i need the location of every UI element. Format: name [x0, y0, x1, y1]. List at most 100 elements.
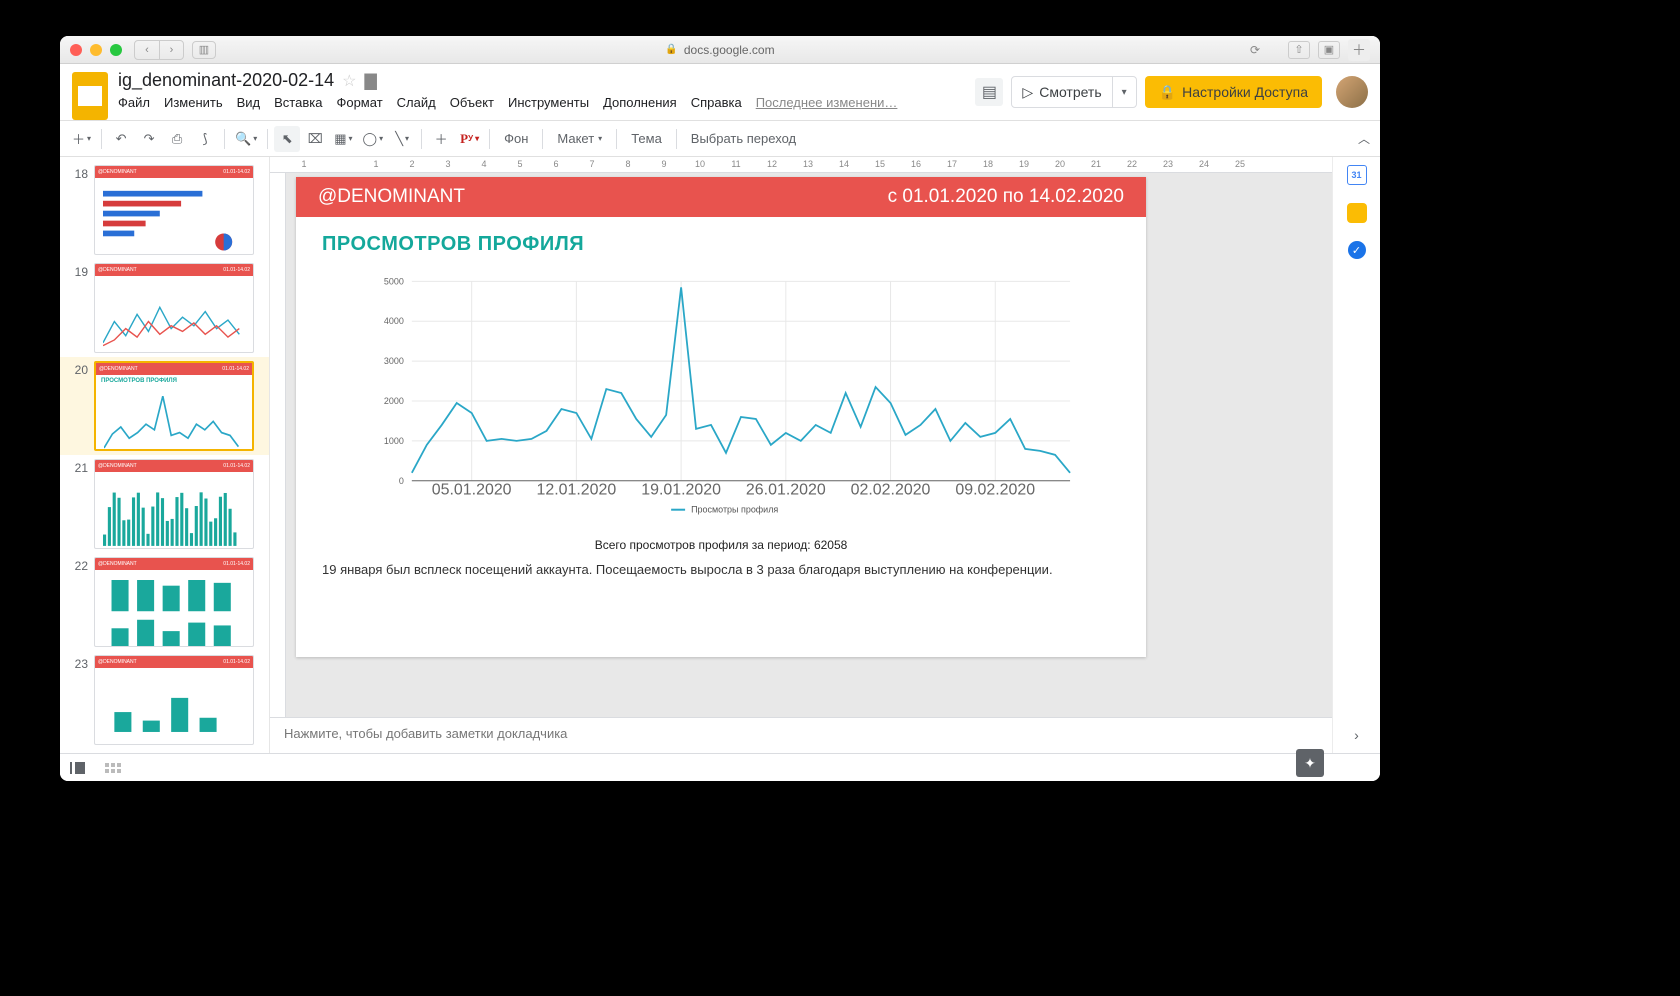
image-tool[interactable]: ▦▾ [330, 126, 356, 152]
traffic-lights [70, 44, 122, 56]
svg-text:3000: 3000 [384, 356, 404, 366]
svg-text:05.01.2020: 05.01.2020 [432, 482, 512, 499]
present-label: Смотреть [1039, 84, 1101, 100]
svg-text:26.01.2020: 26.01.2020 [746, 482, 826, 499]
reload-button[interactable]: ⟳ [1250, 43, 1260, 57]
close-window-button[interactable] [70, 44, 82, 56]
menu-insert[interactable]: Вставка [274, 95, 322, 110]
thumb-number: 23 [66, 655, 88, 671]
slide-period: с 01.01.2020 по 14.02.2020 [888, 186, 1124, 208]
url-text: docs.google.com [684, 43, 775, 57]
svg-text:5000: 5000 [384, 276, 404, 286]
slide-thumb[interactable]: 20@DENOMINANT01.01-14.02ПРОСМОТРОВ ПРОФИ… [60, 357, 269, 455]
new-tab-button[interactable]: ＋ [1348, 39, 1370, 61]
tasks-icon[interactable]: ✓ [1348, 241, 1366, 259]
layout-button[interactable]: Макет▾ [549, 126, 610, 152]
share-button[interactable]: 🔒 Настройки Доступа [1145, 76, 1322, 108]
star-icon[interactable]: ☆ [342, 71, 356, 91]
doc-title[interactable]: ig_denominant-2020-02-14 [118, 70, 334, 91]
slide-annotation: 19 января был всплеск посещений аккаунта… [296, 552, 1146, 587]
slides-logo-icon[interactable] [72, 72, 108, 120]
slide-handle: @DENOMINANT [318, 186, 465, 208]
calendar-icon[interactable]: 31 [1347, 165, 1367, 185]
slide-header-bar: @DENOMINANT с 01.01.2020 по 14.02.2020 [296, 177, 1146, 217]
thumb-number: 20 [66, 361, 88, 377]
undo-button[interactable]: ↶ [108, 126, 134, 152]
lock-icon: 🔒 [1159, 84, 1176, 101]
browser-window: ‹ › ▥ 🔒 docs.google.com ⟳ ⇧ ▣ ＋ ig_denom… [60, 36, 1380, 781]
horizontal-ruler: 1123456789101112131415161718192021222324… [270, 157, 1332, 173]
present-menu-button[interactable]: ▾ [1112, 77, 1136, 107]
move-folder-icon[interactable]: ▇ [365, 71, 377, 91]
doc-meta: ig_denominant-2020-02-14 ☆ ▇ Файл Измени… [118, 70, 975, 110]
minimize-window-button[interactable] [90, 44, 102, 56]
svg-text:19.01.2020: 19.01.2020 [641, 482, 721, 499]
shape-tool[interactable]: ◯▾ [359, 126, 388, 152]
back-button[interactable]: ‹ [135, 41, 159, 59]
menu-bar: Файл Изменить Вид Вставка Формат Слайд О… [118, 95, 975, 110]
line-tool[interactable]: ╲▾ [389, 126, 415, 152]
tabs-button[interactable]: ▣ [1318, 41, 1340, 59]
speaker-notes-placeholder: Нажмите, чтобы добавить заметки докладчи… [284, 726, 567, 741]
share-label: Настройки Доступа [1182, 84, 1308, 100]
slide-viewport[interactable]: @DENOMINANT с 01.01.2020 по 14.02.2020 П… [286, 173, 1332, 717]
menu-object[interactable]: Объект [450, 95, 494, 110]
grid-view-button[interactable] [105, 763, 121, 773]
browser-titlebar: ‹ › ▥ 🔒 docs.google.com ⟳ ⇧ ▣ ＋ [60, 36, 1380, 64]
keep-icon[interactable] [1347, 203, 1367, 223]
forward-button[interactable]: › [159, 41, 183, 59]
explore-button[interactable]: ✦ [1296, 749, 1324, 777]
menu-help[interactable]: Справка [691, 95, 742, 110]
slide-thumb[interactable]: 19@DENOMINANT01.01-14.02 [60, 259, 269, 357]
toolbar: ＋▾ ↶ ↷ ⎙ ⟆ 🔍▾ ⬉ ⌧ ▦▾ ◯▾ ╲▾ ＋ РУ▾ Фон Мак… [60, 121, 1380, 157]
menu-file[interactable]: Файл [118, 95, 150, 110]
header-right: ▤ ▷ Смотреть ▾ 🔒 Настройки Доступа [975, 76, 1368, 108]
paint-format-button[interactable]: ⟆ [192, 126, 218, 152]
textbox-tool[interactable]: ⌧ [302, 126, 328, 152]
filmstrip-view-button[interactable] [70, 762, 85, 774]
speaker-notes[interactable]: Нажмите, чтобы добавить заметки докладчи… [270, 717, 1332, 753]
tab-overview-button[interactable]: ▥ [192, 41, 216, 59]
transition-button[interactable]: Выбрать переход [683, 126, 804, 152]
theme-button[interactable]: Тема [623, 126, 670, 152]
print-button[interactable]: ⎙ [164, 126, 190, 152]
background-button[interactable]: Фон [496, 126, 536, 152]
collapse-sidepanel-button[interactable]: ︿ [1358, 130, 1370, 147]
zoom-button[interactable]: 🔍▾ [231, 126, 261, 152]
canvas-area: 1123456789101112131415161718192021222324… [270, 157, 1332, 753]
present-button[interactable]: ▷ Смотреть [1012, 84, 1111, 101]
select-tool[interactable]: ⬉ [274, 126, 300, 152]
slide-thumb[interactable]: 22@DENOMINANT01.01-14.02 [60, 553, 269, 651]
svg-text:4000: 4000 [384, 316, 404, 326]
script-tool[interactable]: РУ▾ [456, 126, 483, 152]
share-page-button[interactable]: ⇧ [1288, 41, 1310, 59]
play-icon: ▷ [1022, 84, 1033, 101]
slide-thumb[interactable]: 21@DENOMINANT01.01-14.02 [60, 455, 269, 553]
slide-thumbnails[interactable]: 18@DENOMINANT01.01-14.02 19@DENOMINANT01… [60, 157, 270, 753]
nav-buttons: ‹ › [134, 40, 184, 60]
slide-thumb[interactable]: 23@DENOMINANT01.01-14.02 [60, 651, 269, 749]
bottom-bar: ✦ [60, 753, 1380, 781]
svg-text:2000: 2000 [384, 396, 404, 406]
comments-button[interactable]: ▤ [975, 78, 1003, 106]
menu-slide[interactable]: Слайд [397, 95, 436, 110]
menu-view[interactable]: Вид [237, 95, 261, 110]
redo-button[interactable]: ↷ [136, 126, 162, 152]
chart: 01000200030004000500005.01.202012.01.202… [352, 266, 1090, 536]
slide-thumb[interactable]: 18@DENOMINANT01.01-14.02 [60, 161, 269, 259]
sidepanel-expand-button[interactable]: › [1354, 727, 1359, 743]
menu-edit[interactable]: Изменить [164, 95, 223, 110]
last-edit-link[interactable]: Последнее изменени… [756, 95, 898, 110]
vertical-ruler [270, 173, 286, 717]
thumb-number: 21 [66, 459, 88, 475]
comment-tool[interactable]: ＋ [428, 126, 454, 152]
maximize-window-button[interactable] [110, 44, 122, 56]
new-slide-button[interactable]: ＋▾ [68, 126, 95, 152]
thumb-number: 19 [66, 263, 88, 279]
account-avatar[interactable] [1336, 76, 1368, 108]
menu-tools[interactable]: Инструменты [508, 95, 589, 110]
url-bar[interactable]: 🔒 docs.google.com [665, 43, 774, 57]
menu-addons[interactable]: Дополнения [603, 95, 677, 110]
slide[interactable]: @DENOMINANT с 01.01.2020 по 14.02.2020 П… [296, 177, 1146, 657]
menu-format[interactable]: Формат [336, 95, 382, 110]
